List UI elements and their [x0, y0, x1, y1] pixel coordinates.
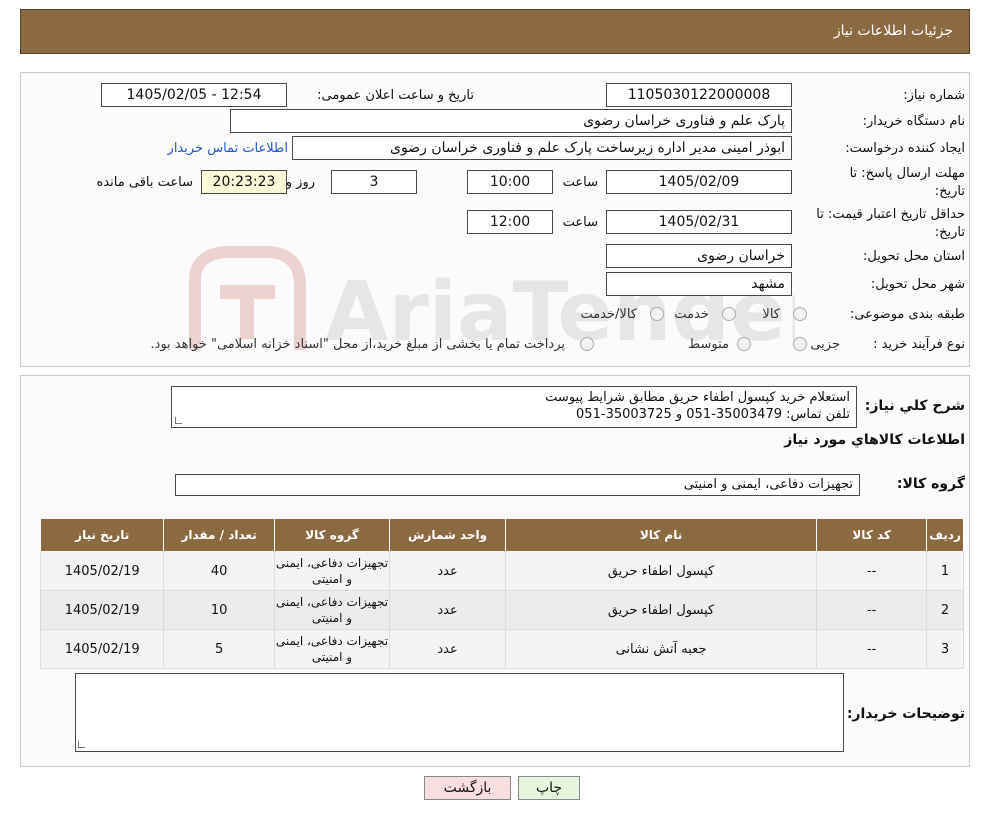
item-unit: عدد	[389, 629, 506, 669]
item-group: تجهیزات دفاعی، ایمنی و امنیتی	[273, 629, 391, 669]
item-group: تجهیزات دفاعی، ایمنی و امنیتی	[273, 551, 391, 591]
item-name: کپسول اطفاء حریق	[504, 590, 818, 630]
col-group: گروه کالا	[273, 518, 391, 552]
buyer-notes-label: توضیحات خریدار:	[846, 706, 965, 722]
contact-info-link[interactable]: اطلاعات تماس خریدار	[168, 141, 288, 156]
item-date: 1405/02/19	[39, 629, 165, 669]
days-label: روز و	[285, 175, 315, 190]
category-radio-service[interactable]	[722, 307, 736, 321]
goods-table: رديف کد کالا نام کالا واحد شمارش گروه کا…	[39, 518, 964, 669]
remaining-time-label: ساعت باقی مانده	[96, 175, 193, 190]
validity-date-field: 1405/02/31	[606, 210, 792, 234]
validity-time-label: ساعت	[562, 215, 598, 230]
item-quantity: 5	[163, 629, 275, 669]
item-code: --	[816, 629, 928, 669]
goods-table-header: رديف کد کالا نام کالا واحد شمارش گروه کا…	[39, 518, 964, 552]
col-quantity: تعداد / مقدار	[163, 518, 275, 552]
item-name: کپسول اطفاء حریق	[504, 551, 818, 591]
city-field: مشهد	[606, 272, 792, 296]
remaining-time-field: 20:23:23	[201, 170, 287, 194]
category-radio-goods-service[interactable]	[650, 307, 664, 321]
goods-info-title: اطلاعات کالاهاي مورد نياز	[784, 432, 965, 448]
deadline-time-label: ساعت	[562, 175, 598, 190]
deadline-label: مهلت ارسال پاسخ: تا	[849, 166, 965, 181]
col-row: رديف	[926, 518, 964, 552]
city-label: شهر محل تحویل:	[870, 277, 965, 292]
process-option-minor: جزیی	[810, 337, 840, 352]
resize-grip-icon[interactable]	[78, 741, 85, 748]
process-radio-minor[interactable]	[793, 337, 807, 351]
resize-grip-icon[interactable]	[175, 417, 182, 424]
back-button[interactable]: بازگشت	[424, 776, 511, 800]
item-unit: عدد	[389, 551, 506, 591]
process-type-label: نوع فرآیند خرید :	[873, 337, 965, 352]
category-label: طبقه بندی موضوعی:	[849, 307, 965, 322]
col-name: نام کالا	[504, 518, 818, 552]
col-code: کد کالا	[816, 518, 928, 552]
goods-group-field: تجهیزات دفاعی، ایمنی و امنیتی	[175, 474, 860, 496]
deadline-date-field: 1405/02/09	[606, 170, 792, 194]
page-header: جزئیات اطلاعات نیاز	[20, 9, 970, 54]
print-button[interactable]: چاپ	[518, 776, 580, 800]
category-option-goods-service: کالا/خدمت	[580, 307, 637, 322]
need-number-label: شماره نیاز:	[903, 88, 965, 103]
row-number: 1	[926, 551, 964, 591]
buyer-org-label: نام دستگاه خریدار:	[862, 114, 965, 129]
process-option-medium: متوسط	[688, 337, 729, 352]
page-title: جزئیات اطلاعات نیاز	[833, 23, 953, 39]
category-option-goods: کالا	[762, 307, 780, 322]
item-date: 1405/02/19	[39, 590, 165, 630]
item-name: جعبه آتش نشانی	[504, 629, 818, 669]
deadline-label-date: تاریخ:	[934, 184, 965, 199]
goods-group-label: گروه کالا:	[896, 476, 965, 492]
item-code: --	[816, 590, 928, 630]
item-group: تجهیزات دفاعی، ایمنی و امنیتی	[273, 590, 391, 630]
item-unit: عدد	[389, 590, 506, 630]
category-option-service: خدمت	[674, 307, 709, 322]
province-label: استان محل تحویل:	[863, 249, 965, 264]
item-date: 1405/02/19	[39, 551, 165, 591]
item-quantity: 10	[163, 590, 275, 630]
days-field: 3	[331, 170, 417, 194]
province-field: خراسان رضوی	[606, 244, 792, 268]
row-number: 3	[926, 629, 964, 669]
description-label: شرح کلي نياز:	[864, 398, 965, 414]
col-date: تاریخ نیاز	[39, 518, 165, 552]
validity-time-field: 12:00	[467, 210, 553, 234]
category-radio-goods[interactable]	[793, 307, 807, 321]
item-quantity: 40	[163, 551, 275, 591]
buyer-notes-textarea[interactable]	[75, 673, 844, 752]
process-treasury-note: پرداخت تمام یا بخشی از مبلغ خرید،از محل …	[150, 337, 565, 352]
item-code: --	[816, 551, 928, 591]
description-line-2: تلفن تماس: 35003479-051 و 35003725-051	[576, 407, 850, 422]
description-line-1: استعلام خرید کپسول اطفاء حریق مطابق شرای…	[545, 390, 850, 405]
table-row: 2 -- کپسول اطفاء حریق عدد تجهیزات دفاعی،…	[39, 590, 964, 630]
process-radio-treasury[interactable]	[580, 337, 594, 351]
deadline-time-field: 10:00	[467, 170, 553, 194]
creator-field: ابوذر امینی مدیر اداره زیرساخت پارک علم …	[292, 136, 792, 160]
table-row: 1 -- کپسول اطفاء حریق عدد تجهیزات دفاعی،…	[39, 551, 964, 591]
table-row: 3 -- جعبه آتش نشانی عدد تجهیزات دفاعی، ا…	[39, 629, 964, 669]
description-textarea: استعلام خرید کپسول اطفاء حریق مطابق شرای…	[171, 386, 857, 428]
announce-label: تاریخ و ساعت اعلان عمومی:	[317, 88, 474, 103]
validity-label-date: تاریخ:	[934, 225, 965, 240]
row-number: 2	[926, 590, 964, 630]
process-radio-medium[interactable]	[737, 337, 751, 351]
need-number-field: 1105030122000008	[606, 83, 792, 107]
creator-label: ایجاد کننده درخواست:	[845, 141, 965, 156]
validity-label: حداقل تاریخ اعتبار قیمت: تا	[816, 207, 965, 222]
buyer-org-field: پارک علم و فناوری خراسان رضوی	[230, 109, 792, 133]
announce-field: 1405/02/05 - 12:54	[101, 83, 287, 107]
col-unit: واحد شمارش	[389, 518, 506, 552]
